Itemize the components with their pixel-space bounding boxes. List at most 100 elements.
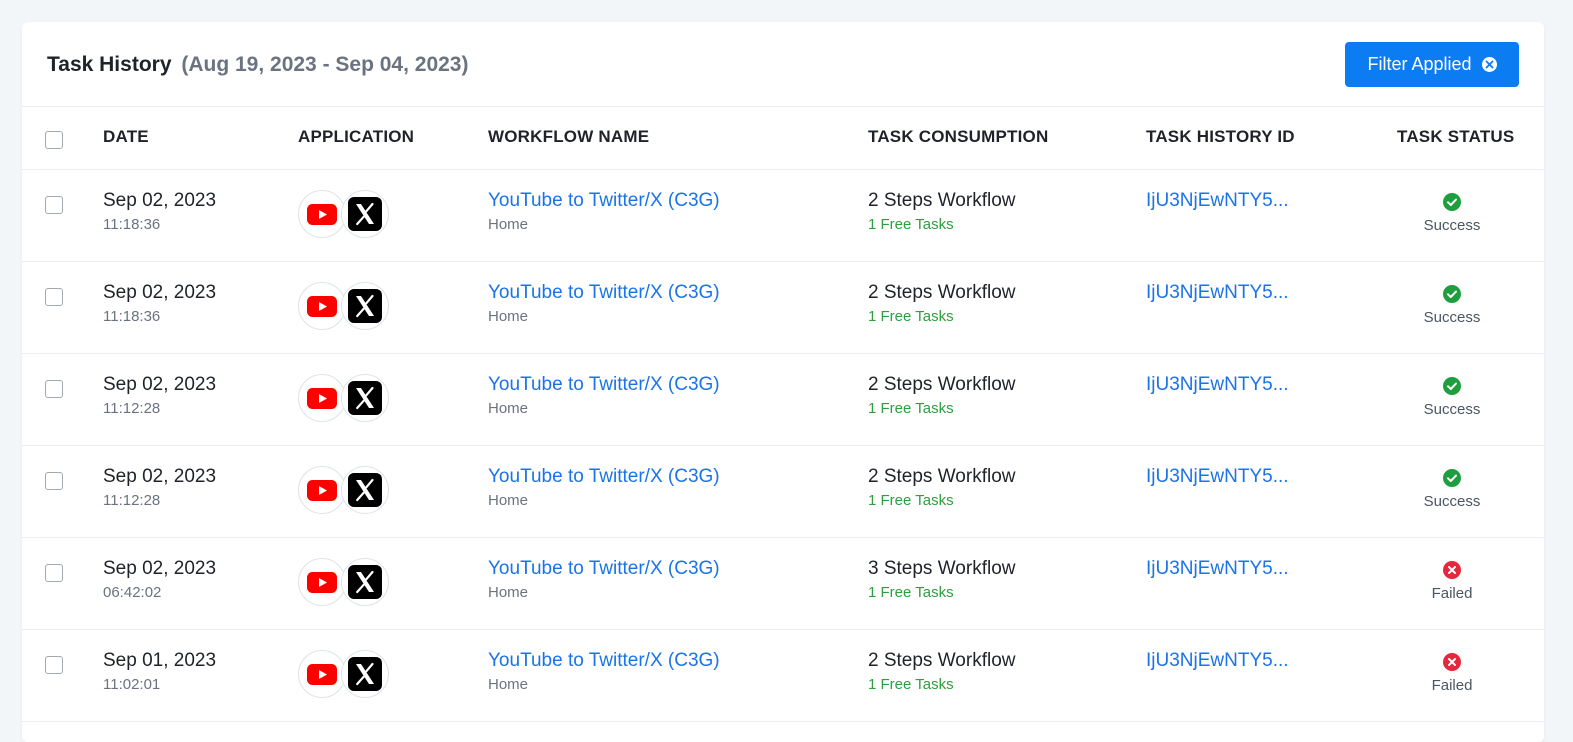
application-cell	[298, 466, 389, 514]
x-twitter-icon	[341, 190, 389, 238]
free-tasks: 1 Free Tasks	[868, 308, 954, 325]
task-consumption-cell: 2 Steps Workflow 1 Free Tasks	[868, 465, 1015, 511]
task-history-id-link[interactable]: IjU3NjEwNTY5...	[1146, 557, 1289, 581]
table-row[interactable]: Sep 02, 2023 11:12:28 YouTube to Twitter…	[22, 446, 1544, 538]
task-status-cell: Success	[1397, 469, 1507, 510]
application-cell	[298, 558, 389, 606]
check-circle-icon	[1443, 193, 1461, 211]
column-header-task-consumption[interactable]: TASK CONSUMPTION	[868, 127, 1048, 147]
free-tasks: 1 Free Tasks	[868, 584, 954, 601]
row-checkbox[interactable]	[45, 288, 63, 306]
task-history-id-link[interactable]: IjU3NjEwNTY5...	[1146, 373, 1289, 397]
task-date: Sep 02, 2023	[103, 466, 217, 487]
row-checkbox[interactable]	[45, 472, 63, 490]
task-date: Sep 02, 2023	[103, 558, 217, 579]
workflow-folder: Home	[488, 492, 529, 509]
task-status-cell: Failed	[1397, 653, 1507, 694]
date-cell: Sep 02, 2023 11:18:36	[103, 281, 216, 327]
youtube-icon	[298, 190, 346, 238]
workflow-name-link[interactable]: YouTube to Twitter/X (C3G)	[488, 557, 720, 581]
youtube-icon	[298, 558, 346, 606]
task-consumption-cell: 3 Steps Workflow 1 Free Tasks	[868, 557, 1015, 603]
table-header: DATE APPLICATION WORKFLOW NAME TASK CONS…	[22, 107, 1544, 170]
task-time: 11:18:36	[103, 308, 161, 325]
task-time: 06:42:02	[103, 584, 162, 601]
task-history-id-link[interactable]: IjU3NjEwNTY5...	[1146, 649, 1289, 673]
column-header-task-status[interactable]: TASK STATUS	[1397, 127, 1514, 147]
filter-applied-button[interactable]: Filter Applied	[1345, 42, 1519, 87]
column-header-task-history-id[interactable]: TASK HISTORY ID	[1146, 127, 1295, 147]
table-row[interactable]: Sep 02, 2023 11:18:36 YouTube to Twitter…	[22, 170, 1544, 262]
status-text: Success	[1423, 309, 1481, 326]
status-text: Success	[1423, 401, 1481, 418]
workflow-name-link[interactable]: YouTube to Twitter/X (C3G)	[488, 465, 720, 489]
error-circle-icon	[1443, 561, 1461, 579]
workflow-folder: Home	[488, 400, 529, 417]
row-checkbox[interactable]	[45, 196, 63, 214]
youtube-icon	[298, 374, 346, 422]
task-time: 11:18:36	[103, 216, 161, 233]
task-history-id-cell: IjU3NjEwNTY5...	[1146, 465, 1289, 489]
workflow-cell: YouTube to Twitter/X (C3G) Home	[488, 189, 720, 235]
workflow-steps: 2 Steps Workflow	[868, 282, 1016, 303]
workflow-name-link[interactable]: YouTube to Twitter/X (C3G)	[488, 649, 720, 673]
date-cell: Sep 02, 2023 11:18:36	[103, 189, 216, 235]
workflow-steps: 3 Steps Workflow	[868, 558, 1016, 579]
table-row[interactable]: Sep 01, 2023 11:02:01 YouTube to Twitter…	[22, 630, 1544, 722]
task-status-cell: Success	[1397, 285, 1507, 326]
workflow-name-link[interactable]: YouTube to Twitter/X (C3G)	[488, 189, 720, 213]
task-consumption-cell: 2 Steps Workflow 1 Free Tasks	[868, 373, 1015, 419]
table-row[interactable]: Sep 02, 2023 06:42:02 YouTube to Twitter…	[22, 538, 1544, 630]
row-checkbox[interactable]	[45, 564, 63, 582]
date-cell: Sep 02, 2023 11:12:28	[103, 373, 216, 419]
task-consumption-cell: 2 Steps Workflow 1 Free Tasks	[868, 281, 1015, 327]
workflow-steps: 2 Steps Workflow	[868, 374, 1016, 395]
task-history-id-cell: IjU3NjEwNTY5...	[1146, 373, 1289, 397]
task-status-cell: Success	[1397, 377, 1507, 418]
x-twitter-icon	[341, 650, 389, 698]
row-checkbox[interactable]	[45, 380, 63, 398]
task-date: Sep 02, 2023	[103, 374, 217, 395]
task-date: Sep 02, 2023	[103, 190, 217, 211]
task-status-cell: Failed	[1397, 561, 1507, 602]
task-status-cell: Success	[1397, 193, 1507, 234]
column-header-application[interactable]: APPLICATION	[298, 127, 414, 147]
workflow-folder: Home	[488, 308, 529, 325]
application-cell	[298, 650, 389, 698]
workflow-name-link[interactable]: YouTube to Twitter/X (C3G)	[488, 373, 720, 397]
task-history-id-link[interactable]: IjU3NjEwNTY5...	[1146, 465, 1289, 489]
youtube-icon	[298, 650, 346, 698]
free-tasks: 1 Free Tasks	[868, 216, 954, 233]
task-date: Sep 02, 2023	[103, 282, 217, 303]
youtube-icon	[298, 466, 346, 514]
task-history-id-link[interactable]: IjU3NjEwNTY5...	[1146, 281, 1289, 305]
check-circle-icon	[1443, 377, 1461, 395]
youtube-icon	[298, 282, 346, 330]
x-twitter-icon	[341, 282, 389, 330]
table-row[interactable]: Sep 02, 2023 11:12:28 YouTube to Twitter…	[22, 354, 1544, 446]
workflow-folder: Home	[488, 216, 529, 233]
title-text: Task History	[47, 53, 172, 76]
workflow-name-link[interactable]: YouTube to Twitter/X (C3G)	[488, 281, 720, 305]
workflow-steps: 2 Steps Workflow	[868, 190, 1016, 211]
workflow-steps: 2 Steps Workflow	[868, 650, 1016, 671]
task-date: Sep 01, 2023	[103, 650, 217, 671]
task-history-id-cell: IjU3NjEwNTY5...	[1146, 557, 1289, 581]
task-history-id-link[interactable]: IjU3NjEwNTY5...	[1146, 189, 1289, 213]
task-consumption-cell: 2 Steps Workflow 1 Free Tasks	[868, 649, 1015, 695]
close-circle-icon[interactable]	[1481, 57, 1497, 72]
column-header-workflow-name[interactable]: WORKFLOW NAME	[488, 127, 649, 147]
x-twitter-icon	[341, 466, 389, 514]
card-header: Task History (Aug 19, 2023 - Sep 04, 202…	[22, 22, 1544, 107]
date-range: (Aug 19, 2023 - Sep 04, 2023)	[181, 53, 469, 76]
date-cell: Sep 02, 2023 06:42:02	[103, 557, 216, 603]
workflow-steps: 2 Steps Workflow	[868, 466, 1016, 487]
select-all-checkbox[interactable]	[45, 131, 63, 149]
row-checkbox[interactable]	[45, 656, 63, 674]
task-history-id-cell: IjU3NjEwNTY5...	[1146, 649, 1289, 673]
status-text: Success	[1423, 217, 1481, 234]
column-header-date[interactable]: DATE	[103, 127, 149, 147]
table-row[interactable]: Sep 02, 2023 11:18:36 YouTube to Twitter…	[22, 262, 1544, 354]
workflow-folder: Home	[488, 584, 529, 601]
workflow-cell: YouTube to Twitter/X (C3G) Home	[488, 465, 720, 511]
